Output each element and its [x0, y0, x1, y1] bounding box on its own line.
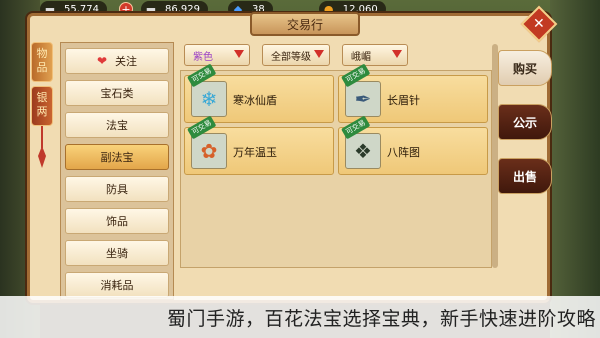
tab-sell[interactable]: 出售	[498, 158, 552, 194]
right-scene-edge	[550, 0, 600, 338]
item-card[interactable]: ❄ 可交易 寒冰仙盾	[184, 63, 334, 123]
category-consumables[interactable]: 消耗品	[65, 272, 169, 298]
item-card[interactable]: ✒ 可交易 长眉针	[338, 63, 488, 123]
article-caption: 蜀门手游，百花法宝选择宝典，新手快速进阶攻略	[0, 296, 600, 338]
tab-items[interactable]: 物品	[31, 42, 53, 82]
category-label: 关注	[115, 55, 138, 68]
category-label: 坐骑	[106, 247, 128, 260]
tab-silver[interactable]: 银两	[31, 86, 53, 126]
filter-value: 峨嵋	[351, 51, 371, 63]
item-name: 万年温玉	[233, 146, 277, 159]
needle-icon: ✒	[345, 81, 381, 117]
close-icon: ✕	[533, 15, 545, 32]
item-card[interactable]: ✿ 可交易 万年温玉	[184, 115, 334, 175]
dropdown-arrow-icon	[234, 50, 244, 58]
filter-value: 全部等级	[271, 51, 311, 63]
tab-buy[interactable]: 购买	[498, 50, 552, 86]
tassel-icon	[38, 126, 46, 168]
item-name: 长眉针	[387, 94, 420, 107]
item-name: 寒冰仙盾	[233, 94, 277, 107]
item-name: 八阵图	[387, 146, 420, 159]
category-label: 饰品	[106, 215, 128, 228]
tab-public-notice[interactable]: 公示	[498, 104, 552, 140]
color-filter-dropdown[interactable]: 紫色	[184, 44, 250, 66]
type-filter-dropdown[interactable]: 峨嵋	[342, 44, 408, 66]
heart-icon: ❤	[96, 54, 108, 68]
category-sub-treasure[interactable]: 副法宝	[65, 144, 169, 170]
ice-crystal-icon: ❄	[191, 81, 227, 117]
category-label: 消耗品	[100, 279, 134, 292]
category-mounts[interactable]: 坐骑	[65, 240, 169, 266]
category-gems[interactable]: 宝石类	[65, 80, 169, 106]
dropdown-arrow-icon	[314, 50, 324, 58]
category-label: 副法宝	[100, 151, 134, 164]
category-list: ❤ 关注 宝石类 法宝 副法宝 防具 饰品 坐骑 消耗品	[60, 42, 174, 300]
item-grid: ❄ 可交易 寒冰仙盾 ✒ 可交易 长眉针 ✿ 可交易 万年温玉 ❖ 可交易 八阵…	[180, 63, 492, 268]
category-accessories[interactable]: 饰品	[65, 208, 169, 234]
dropdown-arrow-icon	[392, 50, 402, 58]
jade-icon: ✿	[191, 133, 227, 169]
item-card[interactable]: ❖ 可交易 八阵图	[338, 115, 488, 175]
category-treasure[interactable]: 法宝	[65, 112, 169, 138]
level-filter-dropdown[interactable]: 全部等级	[262, 44, 330, 66]
window-title: 交易行	[250, 12, 360, 36]
category-armor[interactable]: 防具	[65, 176, 169, 202]
category-label: 宝石类	[100, 87, 134, 100]
filter-value: 紫色	[193, 51, 213, 63]
category-favorites[interactable]: ❤ 关注	[65, 48, 169, 74]
formation-icon: ❖	[345, 133, 381, 169]
category-label: 法宝	[106, 119, 128, 132]
category-label: 防具	[106, 183, 128, 196]
